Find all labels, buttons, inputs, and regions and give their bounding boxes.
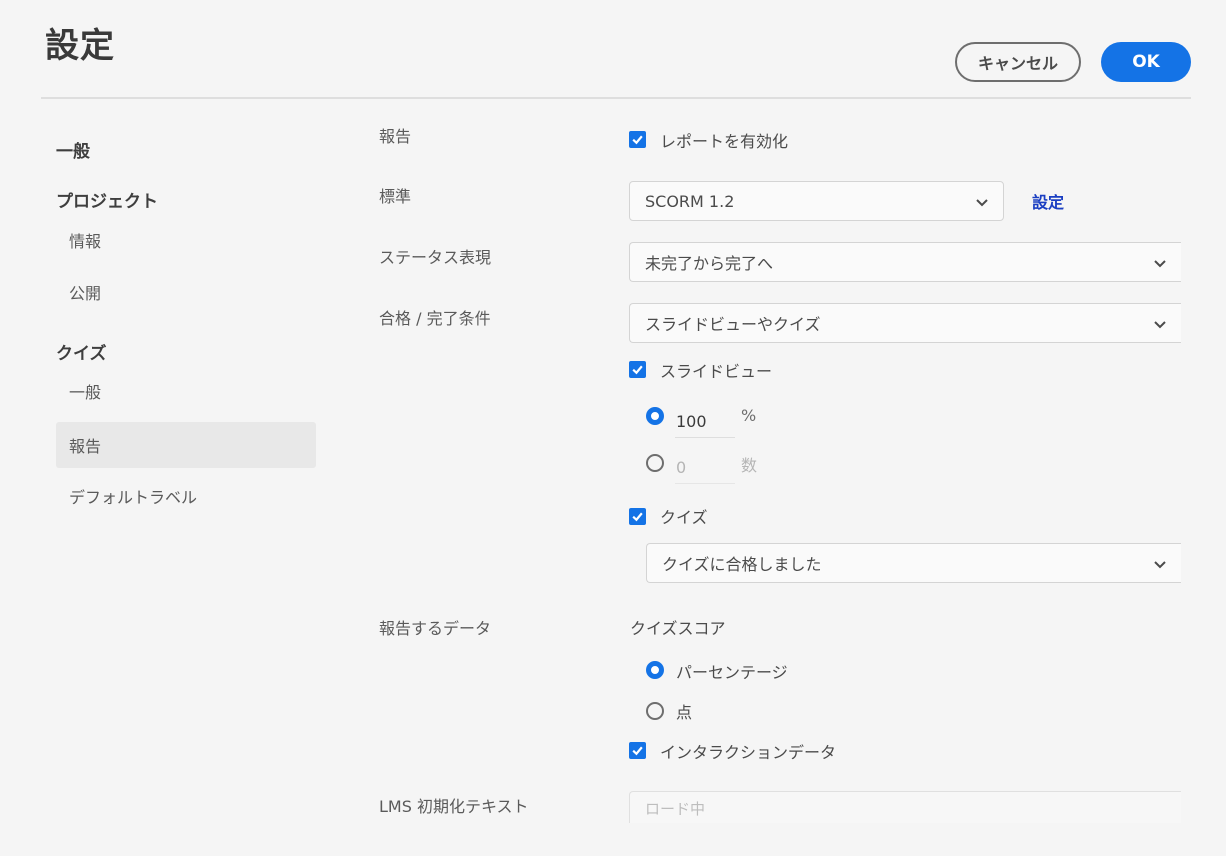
sidebar-item-info[interactable]: 情報 (56, 217, 316, 263)
count-unit: 数 (741, 456, 758, 475)
enable-reporting-checkbox[interactable] (629, 131, 646, 148)
percent-unit: % (741, 406, 757, 425)
sidebar-item-quiz-general[interactable]: 一般 (56, 368, 316, 414)
criteria-select-value: スライドビューやクイズ (645, 315, 821, 334)
report-data-label: 報告するデータ (379, 619, 492, 638)
quiz-label: クイズ (660, 508, 708, 527)
enable-reporting-label: レポートを有効化 (660, 132, 789, 151)
cancel-button[interactable]: キャンセル (955, 42, 1081, 82)
chevron-down-icon (1154, 260, 1166, 268)
status-label: ステータス表現 (379, 248, 492, 267)
interaction-data-checkbox[interactable] (629, 742, 646, 759)
status-select-value: 未完了から完了へ (645, 254, 774, 273)
quiz-criteria-value: クイズに合格しました (662, 555, 822, 574)
quiz-criteria-select[interactable]: クイズに合格しました (646, 543, 1181, 583)
slide-view-count-radio[interactable] (646, 454, 664, 472)
criteria-select[interactable]: スライドビューやクイズ (629, 303, 1181, 343)
chevron-down-icon (1154, 321, 1166, 329)
status-select[interactable]: 未完了から完了へ (629, 242, 1181, 282)
sidebar-item-publish[interactable]: 公開 (56, 269, 316, 315)
check-icon (632, 746, 643, 756)
points-radio[interactable] (646, 702, 664, 720)
sidebar-group-quiz: クイズ (56, 344, 107, 364)
slide-view-count-input[interactable]: 0 (675, 452, 735, 484)
quiz-score-heading: クイズスコア (630, 619, 726, 638)
slide-view-percent-input[interactable]: 100 (675, 406, 735, 438)
lms-init-text-label: LMS 初期化テキスト (379, 797, 529, 816)
standard-select[interactable]: SCORM 1.2 (629, 181, 1004, 221)
reporting-label: 報告 (379, 127, 412, 146)
sidebar-item-general[interactable]: 一般 (56, 137, 90, 162)
check-icon (632, 512, 643, 522)
criteria-label: 合格 / 完了条件 (379, 309, 491, 328)
slide-view-percent-radio[interactable] (646, 407, 664, 425)
quiz-checkbox[interactable] (629, 508, 646, 525)
chevron-down-icon (1154, 561, 1166, 569)
slide-view-checkbox[interactable] (629, 361, 646, 378)
slide-view-label: スライドビュー (660, 362, 773, 381)
check-icon (632, 365, 643, 375)
points-label: 点 (676, 703, 693, 722)
ok-button[interactable]: OK (1101, 42, 1191, 82)
percentage-radio[interactable] (646, 661, 664, 679)
standard-label: 標準 (379, 187, 412, 206)
sidebar-group-project: プロジェクト (56, 192, 158, 212)
sidebar-item-default-labels[interactable]: デフォルトラベル (56, 473, 316, 519)
check-icon (632, 135, 643, 145)
standard-settings-link[interactable]: 設定 (1032, 189, 1064, 213)
standard-select-value: SCORM 1.2 (645, 191, 735, 211)
sidebar-item-reporting[interactable]: 報告 (56, 422, 316, 468)
lms-init-text-input[interactable]: ロード中 (629, 791, 1181, 823)
chevron-down-icon (976, 199, 988, 207)
percentage-label: パーセンテージ (676, 663, 788, 682)
header-divider (41, 97, 1191, 99)
interaction-data-label: インタラクションデータ (660, 743, 837, 762)
page-title: 設定 (45, 26, 115, 66)
